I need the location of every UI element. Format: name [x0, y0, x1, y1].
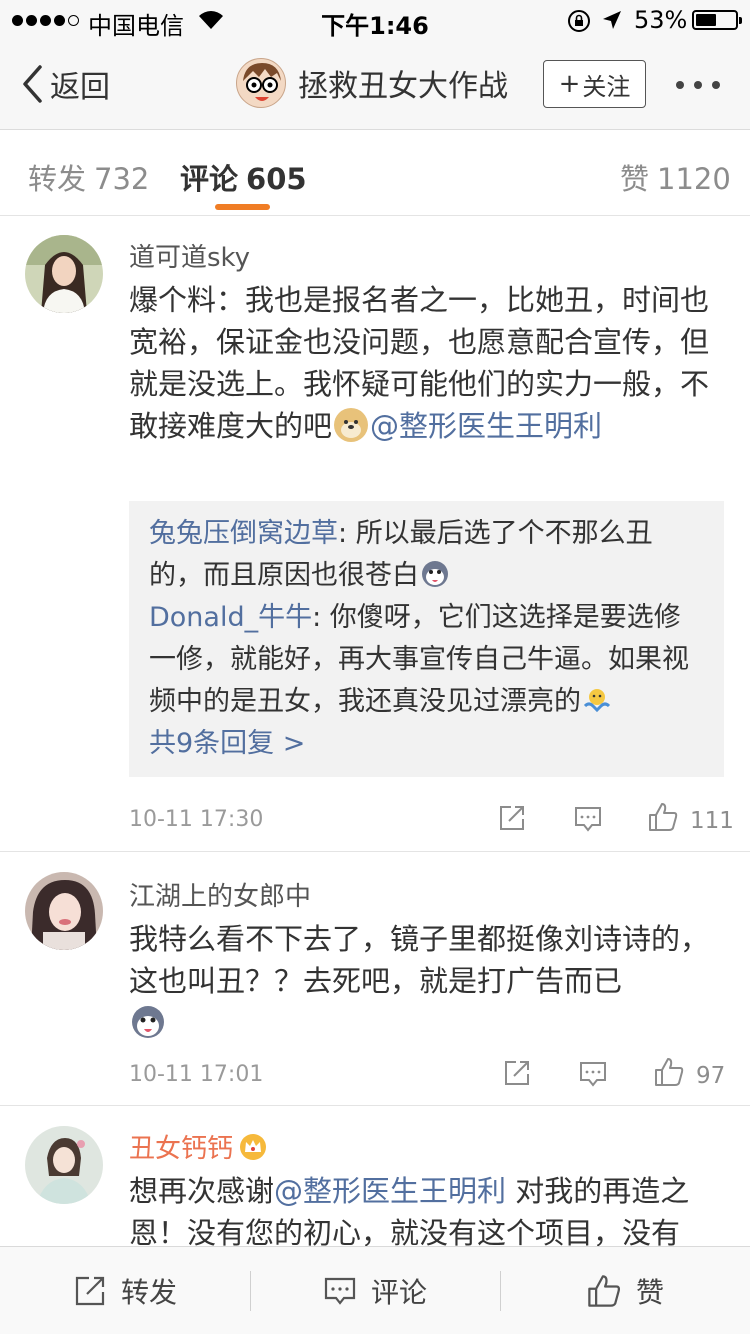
repost-label: 转发 — [120, 1276, 177, 1309]
share-icon — [75, 1276, 105, 1306]
tab-bar: 转发 732 评论 605 赞 1120 — [0, 130, 750, 216]
comment-button[interactable]: 评论 — [250, 1247, 500, 1334]
back-label: 返回 — [50, 70, 110, 105]
like-label: 赞 — [635, 1276, 664, 1309]
comment-text: 想再次感谢@整形医生王明利 对我的再造之恩！没有您的初心，就没有这个项目，没有 — [129, 1170, 719, 1246]
tab-reposts[interactable]: 转发 732 — [28, 156, 149, 198]
like-button[interactable]: 赞 — [500, 1247, 750, 1334]
reply-author[interactable]: 兔兔压倒窝边草 — [149, 518, 338, 549]
reply-item: Donald_牛牛: 你傻呀，它们这选择是要选修一修，就能好，再大事宣传自己牛逼… — [149, 597, 704, 723]
more-dots-icon[interactable] — [676, 81, 720, 89]
status-bar: 中国电信 下午1:46 53% — [0, 0, 750, 40]
replies-box[interactable]: 兔兔压倒窝边草: 所以最后选了个不那么丑的，而且原因也很苍白 Donald_牛牛… — [129, 501, 724, 777]
tab-count: 1120 — [657, 162, 731, 196]
page-title: 拯救丑女大作战 — [298, 69, 508, 104]
doge-emoji — [334, 408, 369, 442]
mention-link[interactable]: @整形医生王明利 — [274, 1174, 506, 1208]
more-replies-link[interactable]: 共9条回复 > — [149, 723, 704, 765]
comment-author[interactable]: 江湖上的女郎中 — [129, 876, 311, 913]
active-tab-indicator — [215, 204, 270, 210]
like-icon[interactable] — [647, 801, 679, 837]
reply-item: 兔兔压倒窝边草: 所以最后选了个不那么丑的，而且原因也很苍白 — [149, 513, 704, 597]
like-icon — [588, 1275, 621, 1307]
tab-count: 732 — [94, 162, 150, 196]
comment-text: 我特么看不下去了，镜子里都挺像刘诗诗的，这也叫丑？？去死吧，就是打广告而已 — [129, 918, 719, 1044]
tab-label: 评论 — [180, 162, 239, 196]
avatar[interactable] — [25, 872, 103, 950]
mention-link[interactable]: @整形医生王明利 — [370, 409, 602, 443]
like-count: 97 — [696, 1063, 726, 1089]
back-button[interactable]: 返回 — [20, 62, 110, 106]
nav-title-group[interactable]: 拯救丑女大作战 — [236, 58, 508, 108]
comment-icon[interactable] — [578, 1059, 608, 1093]
nav-bar: 返回 拯救丑女大作战 + 关注 — [0, 40, 750, 130]
comment-text: 爆个料：我也是报名者之一，比她丑，时间也宽裕，保证金也没问题，也愿意配合宣传，但… — [129, 279, 719, 447]
husky-emoji — [421, 559, 449, 587]
comment-item: 道可道sky 爆个料：我也是报名者之一，比她丑，时间也宽裕，保证金也没问题，也愿… — [0, 217, 750, 850]
comment-author[interactable]: 丑女钙钙 — [129, 1128, 269, 1165]
reply-separator: : — [338, 518, 356, 549]
battery-percent: 53% — [634, 6, 688, 34]
repost-button[interactable]: 转发 — [0, 1247, 250, 1334]
comment-item: 丑女钙钙 想再次感谢@整形医生王明利 对我的再造之恩！没有您的初心，就没有这个项… — [0, 1106, 750, 1246]
follow-label: 关注 — [582, 72, 631, 101]
like-count: 111 — [690, 808, 734, 834]
tab-label: 赞 — [620, 162, 650, 196]
husky-emoji — [131, 1005, 165, 1039]
comment-label: 评论 — [370, 1276, 427, 1309]
comment-time: 10-11 17:30 — [129, 807, 264, 832]
comment-time: 10-11 17:01 — [129, 1062, 264, 1087]
comment-text-before: 想再次感谢 — [129, 1174, 275, 1208]
rotation-lock-icon — [567, 9, 591, 37]
comment-item: 江湖上的女郎中 我特么看不下去了，镜子里都挺像刘诗诗的，这也叫丑？？去死吧，就是… — [0, 852, 750, 1104]
avatar[interactable] — [25, 235, 103, 313]
reply-separator: : — [312, 602, 330, 633]
shrug-emoji — [583, 685, 611, 713]
crown-icon — [239, 1133, 267, 1161]
tab-likes[interactable]: 赞 1120 — [620, 156, 731, 198]
like-icon[interactable] — [653, 1056, 685, 1092]
plus-icon: + — [558, 69, 581, 99]
bottom-action-bar: 转发 评论 赞 — [0, 1246, 750, 1334]
share-icon[interactable] — [502, 1058, 532, 1092]
comment-author-name: 丑女钙钙 — [129, 1134, 234, 1164]
comment-author[interactable]: 道可道sky — [129, 237, 250, 274]
comment-text-content: 我特么看不下去了，镜子里都挺像刘诗诗的，这也叫丑？？去死吧，就是打广告而已 — [129, 922, 710, 998]
tab-comments[interactable]: 评论 605 — [180, 156, 307, 198]
location-arrow-icon — [602, 10, 622, 34]
follow-button[interactable]: + 关注 — [543, 60, 646, 108]
back-chevron-icon — [23, 65, 42, 103]
share-icon[interactable] — [497, 803, 527, 837]
avatar[interactable] — [25, 1126, 103, 1204]
tab-label: 转发 — [28, 162, 87, 196]
comment-icon[interactable] — [573, 804, 603, 838]
battery-icon — [692, 10, 742, 30]
tab-count: 605 — [246, 162, 307, 196]
reply-author[interactable]: Donald_牛牛 — [149, 602, 312, 633]
comment-icon — [324, 1277, 356, 1305]
account-avatar[interactable] — [236, 58, 286, 108]
